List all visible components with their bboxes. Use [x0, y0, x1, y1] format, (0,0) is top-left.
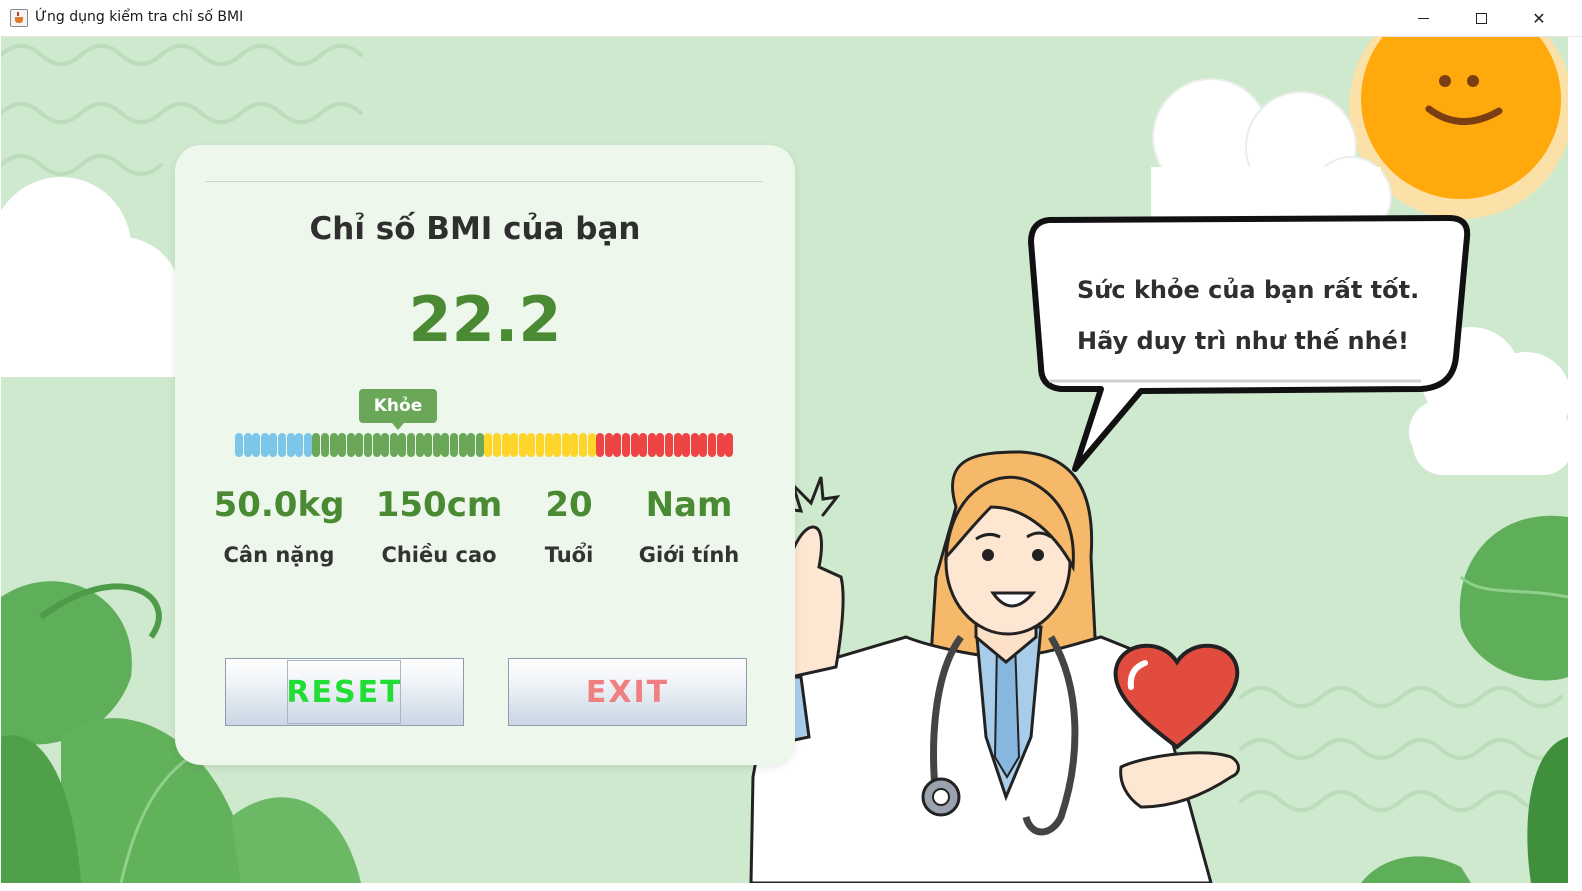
scale-segment	[295, 433, 304, 457]
scale-segment	[544, 433, 553, 457]
scale-segment	[613, 433, 622, 457]
scale-segment	[536, 433, 544, 457]
scale-segment	[699, 433, 708, 457]
scale-segment	[553, 433, 562, 457]
scale-segment	[338, 433, 347, 457]
window-titlebar: Ứng dụng kiểm tra chỉ số BMI ✕	[0, 0, 1582, 37]
scale-segment	[518, 433, 527, 457]
scale-segment	[656, 433, 665, 457]
scale-segment	[673, 433, 682, 457]
focus-ring	[287, 660, 401, 724]
scale-segment	[596, 433, 605, 457]
scale-segment	[587, 433, 596, 457]
maximize-button[interactable]	[1458, 0, 1504, 36]
scale-segment	[561, 433, 570, 457]
scale-segment	[604, 433, 613, 457]
scale-segment	[579, 433, 587, 457]
scale-segment	[501, 433, 510, 457]
scale-segment	[639, 433, 648, 457]
scale-segment	[243, 433, 252, 457]
scale-segment	[570, 433, 579, 457]
exit-label: EXIT	[585, 674, 670, 710]
scale-segment	[346, 433, 355, 457]
minimize-button[interactable]	[1400, 0, 1446, 36]
user-stats: 50.0kg Cân nặng 150cm Chiều cao 20 Tuổi …	[175, 485, 795, 585]
scale-segment	[355, 433, 364, 457]
scale-segment	[260, 433, 269, 457]
stat-height: 150cm Chiều cao	[374, 485, 504, 567]
app-content: Chỉ số BMI của bạn 22.2 Khỏe 50.0kg Cân …	[1, 37, 1568, 883]
scale-segment	[364, 433, 372, 457]
close-icon: ✕	[1532, 8, 1546, 28]
age-label: Tuổi	[544, 543, 594, 567]
scale-segment	[424, 433, 433, 457]
right-leaves	[1361, 515, 1568, 883]
scale-segment	[381, 433, 390, 457]
card-title: Chỉ số BMI của bạn	[309, 211, 641, 247]
scale-segment	[432, 433, 441, 457]
stat-gender: Nam Giới tính	[631, 485, 747, 567]
bubble-line-1: Sức khỏe của bạn rất tốt.	[1077, 276, 1420, 304]
scale-segment	[389, 433, 398, 457]
bubble-line-2: Hãy duy trì như thế nhé!	[1077, 327, 1409, 355]
window-title: Ứng dụng kiểm tra chỉ số BMI	[35, 9, 244, 25]
scale-segment	[321, 433, 329, 457]
bmi-status-tag: Khỏe	[359, 389, 437, 430]
card-divider	[205, 181, 763, 182]
scale-segment	[647, 433, 656, 457]
height-label: Chiều cao	[381, 543, 497, 567]
scale-segment	[415, 433, 424, 457]
bmi-result-card: Chỉ số BMI của bạn 22.2 Khỏe 50.0kg Cân …	[175, 145, 795, 765]
scale-segment	[690, 433, 699, 457]
scale-segment	[725, 433, 734, 457]
scale-segment	[484, 433, 493, 457]
scale-segment	[269, 433, 278, 457]
scale-segment	[708, 433, 716, 457]
scale-segment	[312, 433, 321, 457]
height-value: 150cm	[375, 485, 503, 525]
scale-segment	[458, 433, 467, 457]
exit-button[interactable]: EXIT	[508, 658, 747, 726]
left-cloud	[1, 177, 181, 377]
scale-segment	[665, 433, 673, 457]
scale-segment	[493, 433, 501, 457]
close-button[interactable]: ✕	[1516, 0, 1562, 36]
scale-segment	[527, 433, 536, 457]
scale-segment	[235, 433, 243, 457]
scale-segment	[622, 433, 630, 457]
scale-segment	[286, 433, 295, 457]
reset-button[interactable]: RESET	[225, 658, 464, 726]
scale-segment	[398, 433, 407, 457]
maximize-icon	[1475, 12, 1487, 24]
weight-value: 50.0kg	[213, 485, 345, 525]
scale-segment	[278, 433, 286, 457]
stat-weight: 50.0kg Cân nặng	[209, 485, 349, 567]
scale-segment	[630, 433, 639, 457]
window-border-right	[1568, 37, 1582, 891]
scale-segment	[252, 433, 261, 457]
gender-label: Giới tính	[638, 543, 740, 567]
scale-segment	[441, 433, 450, 457]
age-value: 20	[545, 485, 593, 525]
minimize-icon	[1417, 17, 1429, 19]
scale-segment	[467, 433, 476, 457]
bmi-scale-bar	[235, 433, 735, 459]
window-border-bottom	[0, 883, 1582, 891]
scale-segment	[407, 433, 415, 457]
stat-age: 20 Tuổi	[529, 485, 609, 567]
gender-value: Nam	[645, 485, 733, 525]
scale-segment	[372, 433, 381, 457]
scale-segment	[475, 433, 484, 457]
scale-segment	[682, 433, 691, 457]
scale-segment	[510, 433, 519, 457]
weight-label: Cân nặng	[223, 543, 335, 567]
java-app-icon	[10, 9, 28, 27]
scale-segment	[329, 433, 338, 457]
bmi-value: 22.2	[408, 283, 562, 356]
scale-segment	[450, 433, 458, 457]
scale-segment	[303, 433, 312, 457]
bubble-message: Sức khỏe của bạn rất tốt. Hãy duy trì nh…	[1077, 265, 1447, 367]
scale-segment	[716, 433, 725, 457]
